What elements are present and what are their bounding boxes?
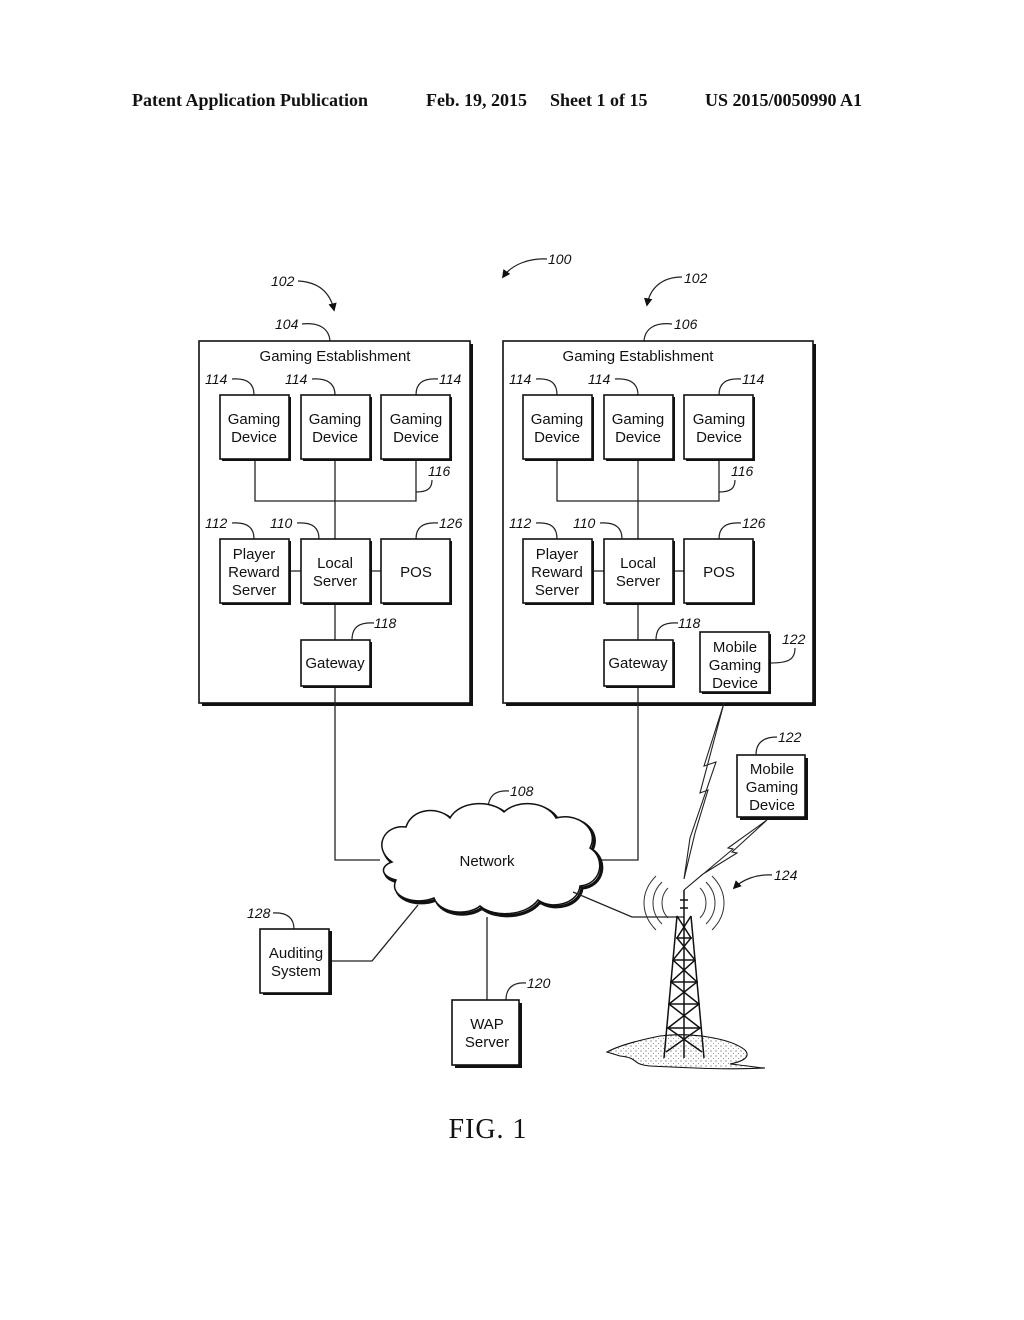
box-label: Server: [465, 1034, 509, 1051]
mobile-gaming-device-external: 122 Mobile Gaming Device: [736, 729, 808, 820]
ref-label: 114: [509, 371, 532, 387]
establishment-title: Gaming Establishment: [563, 348, 715, 365]
ref-label: 126: [439, 515, 463, 531]
establishment-leader: [643, 323, 673, 342]
system-ref-100: 100: [502, 251, 572, 279]
leader-arrow: [502, 258, 548, 279]
group-ref: 102: [271, 273, 295, 289]
ref-label: 120: [527, 975, 551, 991]
gaming-establishment-104: 102 104 Gaming Establishment 116 114 Gam…: [198, 273, 473, 861]
box-label: Gaming: [228, 411, 281, 428]
ref-label: 128: [247, 905, 271, 921]
box-label: Device: [615, 429, 661, 446]
box-label: Gaming: [531, 411, 584, 428]
cell-tower: 124: [605, 867, 798, 1070]
ref-label: 108: [510, 783, 534, 799]
box-label: Device: [696, 429, 742, 446]
box-label: Server: [313, 573, 357, 590]
establishment-ref: 106: [674, 316, 698, 332]
ref-label: 112: [509, 515, 532, 531]
box-label: Gateway: [305, 655, 365, 672]
ref-label: 100: [548, 251, 572, 267]
leader-arrow: [732, 874, 773, 890]
box-label: Device: [749, 797, 795, 814]
auditing-system: 128 Auditing System: [247, 905, 332, 995]
wireless-signal-icon: [683, 702, 725, 880]
box-label: Gaming: [746, 779, 799, 796]
ref-label: 114: [205, 371, 228, 387]
group-ref: 102: [684, 270, 708, 286]
box-label: Gaming: [693, 411, 746, 428]
box-label: POS: [400, 564, 432, 581]
box-label: POS: [703, 564, 735, 581]
box-label: Gaming: [709, 657, 762, 674]
box-label: Local: [620, 555, 656, 572]
group-leader-arrow: [644, 276, 683, 307]
box-label: Gaming: [309, 411, 362, 428]
bus-ref: 116: [731, 463, 754, 479]
establishment-ref: 104: [275, 316, 299, 332]
box-label: Player: [233, 546, 276, 563]
patent-figure: 100 102 104 Gaming Establishment 116 114…: [198, 251, 816, 1145]
box-label: System: [271, 963, 321, 980]
establishment-leader: [301, 323, 331, 342]
ref-label: 118: [374, 615, 397, 631]
ref-label: 118: [678, 615, 701, 631]
ref-label: 126: [742, 515, 766, 531]
box-label: Player: [536, 546, 579, 563]
box-label: Reward: [228, 564, 280, 581]
link-tower: [572, 891, 684, 918]
ref-label: 114: [439, 371, 462, 387]
ref-label: 122: [782, 631, 806, 647]
ref-label: 110: [573, 515, 596, 531]
box-label: Server: [535, 582, 579, 599]
box-label: Mobile: [750, 761, 794, 778]
box-label: Server: [616, 573, 660, 590]
ref-label: 110: [270, 515, 293, 531]
link-auditing: [331, 904, 419, 962]
box-label: Local: [317, 555, 353, 572]
box-label: Gaming: [390, 411, 443, 428]
box-label: Device: [231, 429, 277, 446]
network-cloud: 108 Network: [381, 783, 604, 918]
box-label: Device: [534, 429, 580, 446]
ref-label: 122: [778, 729, 802, 745]
box-label: Gateway: [608, 655, 668, 672]
box-label: Auditing: [269, 945, 323, 962]
ref-label: 114: [285, 371, 308, 387]
ref-label: 124: [774, 867, 798, 883]
ref-label: 114: [588, 371, 611, 387]
box-label: Mobile: [713, 639, 757, 656]
box-label: Device: [712, 675, 758, 692]
box-label: Reward: [531, 564, 583, 581]
tower-structure: [663, 890, 705, 1059]
box-label: WAP: [470, 1016, 504, 1033]
figure-caption: FIG. 1: [448, 1114, 527, 1145]
box-label: Server: [232, 582, 276, 599]
bus-ref: 116: [428, 463, 451, 479]
box-label: Gaming: [612, 411, 665, 428]
group-leader-arrow: [297, 280, 337, 312]
box-label: Device: [312, 429, 358, 446]
establishment-title: Gaming Establishment: [260, 348, 412, 365]
box-label: Device: [393, 429, 439, 446]
network-label: Network: [459, 853, 515, 870]
ref-label: 112: [205, 515, 228, 531]
wireless-signal-icon: [683, 819, 768, 891]
ref-label: 114: [742, 371, 765, 387]
wap-server: 120 WAP Server: [451, 975, 551, 1068]
